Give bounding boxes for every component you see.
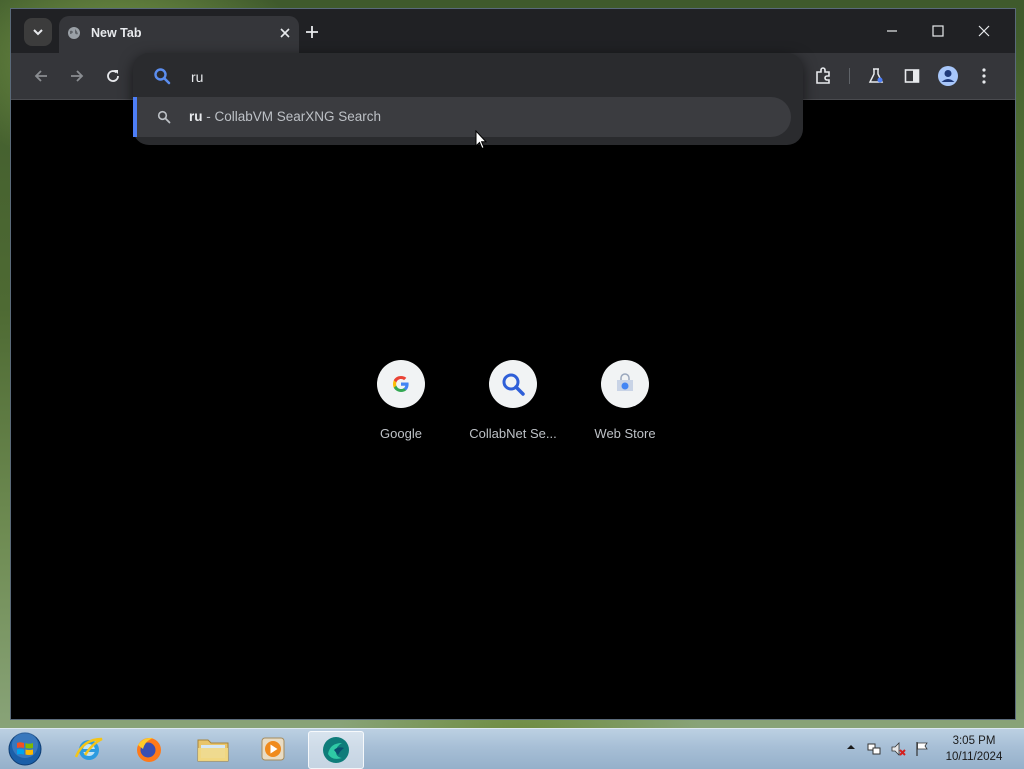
search-icon bbox=[154, 68, 171, 85]
menu-button[interactable] bbox=[972, 64, 996, 88]
forward-button[interactable] bbox=[65, 64, 89, 88]
volume-muted-icon[interactable] bbox=[890, 741, 906, 757]
clock-time: 3:05 PM bbox=[952, 735, 996, 747]
taskbar-firefox[interactable] bbox=[122, 731, 176, 767]
puzzle-icon bbox=[816, 67, 830, 84]
tab-close-button[interactable] bbox=[277, 25, 293, 41]
omnibox-dropdown: ru - CollabVM SearXNG Search bbox=[133, 53, 803, 145]
suggestion-suffix: - CollabVM SearXNG Search bbox=[202, 109, 382, 124]
globe-icon bbox=[68, 27, 80, 39]
omnibox-suggestion[interactable]: ru - CollabVM SearXNG Search bbox=[133, 97, 791, 137]
media-player-icon bbox=[261, 737, 285, 761]
system-clock[interactable]: 3:05 PM 10/11/2024 bbox=[938, 733, 1010, 765]
toolbar-divider bbox=[849, 68, 850, 84]
tab-search-button[interactable] bbox=[24, 18, 52, 46]
shortcut-label: CollabNet Se... bbox=[469, 426, 557, 441]
new-tab-button[interactable] bbox=[301, 21, 323, 43]
tab-new-tab[interactable]: New Tab bbox=[59, 16, 299, 53]
shortcut-icon bbox=[601, 360, 649, 408]
firefox-icon bbox=[137, 737, 161, 762]
tab-title: New Tab bbox=[91, 26, 142, 40]
side-panel-button[interactable] bbox=[900, 64, 924, 88]
network-icon[interactable] bbox=[866, 741, 882, 757]
shortcut-label: Google bbox=[380, 426, 422, 441]
magnifier-icon bbox=[502, 373, 525, 396]
browser-window: New Tab Google CollabNet Se... Web Store… bbox=[10, 8, 1016, 720]
taskbar: 3:05 PM 10/11/2024 bbox=[0, 728, 1024, 769]
window-close-button[interactable] bbox=[961, 9, 1007, 53]
suggestion-query: ru bbox=[189, 109, 203, 124]
profile-button[interactable] bbox=[936, 64, 960, 88]
plus-icon bbox=[306, 26, 318, 38]
chevron-down-icon bbox=[33, 29, 43, 36]
close-icon bbox=[978, 25, 990, 37]
avatar-icon bbox=[938, 66, 958, 86]
flask-icon bbox=[868, 68, 884, 83]
search-icon bbox=[157, 110, 171, 124]
title-bar: New Tab bbox=[11, 9, 1015, 53]
taskbar-browser-app[interactable] bbox=[308, 731, 364, 769]
action-center-flag-icon[interactable] bbox=[914, 741, 930, 757]
clock-date: 10/11/2024 bbox=[945, 751, 1003, 763]
folder-icon bbox=[197, 739, 229, 762]
reload-button[interactable] bbox=[101, 64, 125, 88]
google-g-icon bbox=[393, 376, 409, 392]
shortcut-icon bbox=[489, 360, 537, 408]
arrow-left-icon bbox=[34, 70, 47, 82]
taskbar-file-explorer[interactable] bbox=[186, 731, 240, 767]
suggestion-text: ru - CollabVM SearXNG Search bbox=[189, 109, 381, 124]
new-tab-page: Google CollabNet Se... Web Store bbox=[11, 100, 1015, 719]
shortcut-web-store[interactable]: Web Store bbox=[570, 360, 680, 450]
shortcut-google[interactable]: Google bbox=[346, 360, 456, 450]
minimize-icon bbox=[887, 30, 897, 32]
show-hidden-icons-icon[interactable] bbox=[846, 743, 856, 751]
side-panel-icon bbox=[904, 69, 920, 83]
maximize-icon bbox=[932, 25, 944, 37]
taskbar-media-player[interactable] bbox=[246, 731, 300, 767]
reload-icon bbox=[107, 70, 119, 82]
browser-app-icon bbox=[323, 737, 349, 763]
shortcut-icon bbox=[377, 360, 425, 408]
arrow-right-icon bbox=[71, 70, 84, 82]
minimize-button[interactable] bbox=[869, 9, 915, 53]
close-icon bbox=[280, 28, 290, 38]
labs-button[interactable] bbox=[864, 64, 888, 88]
extensions-button[interactable] bbox=[811, 64, 835, 88]
shortcut-collabnet-search[interactable]: CollabNet Se... bbox=[458, 360, 568, 450]
maximize-button[interactable] bbox=[915, 9, 961, 53]
windows-orb-icon bbox=[8, 732, 42, 766]
web-store-icon bbox=[617, 373, 633, 391]
internet-explorer-icon bbox=[74, 737, 103, 760]
start-button[interactable] bbox=[6, 731, 44, 767]
shortcut-label: Web Store bbox=[594, 426, 656, 441]
mouse-cursor-icon bbox=[475, 130, 487, 150]
address-bar-input[interactable] bbox=[189, 66, 773, 88]
taskbar-internet-explorer[interactable] bbox=[62, 731, 116, 767]
back-button[interactable] bbox=[29, 64, 53, 88]
more-vert-icon bbox=[982, 68, 986, 84]
